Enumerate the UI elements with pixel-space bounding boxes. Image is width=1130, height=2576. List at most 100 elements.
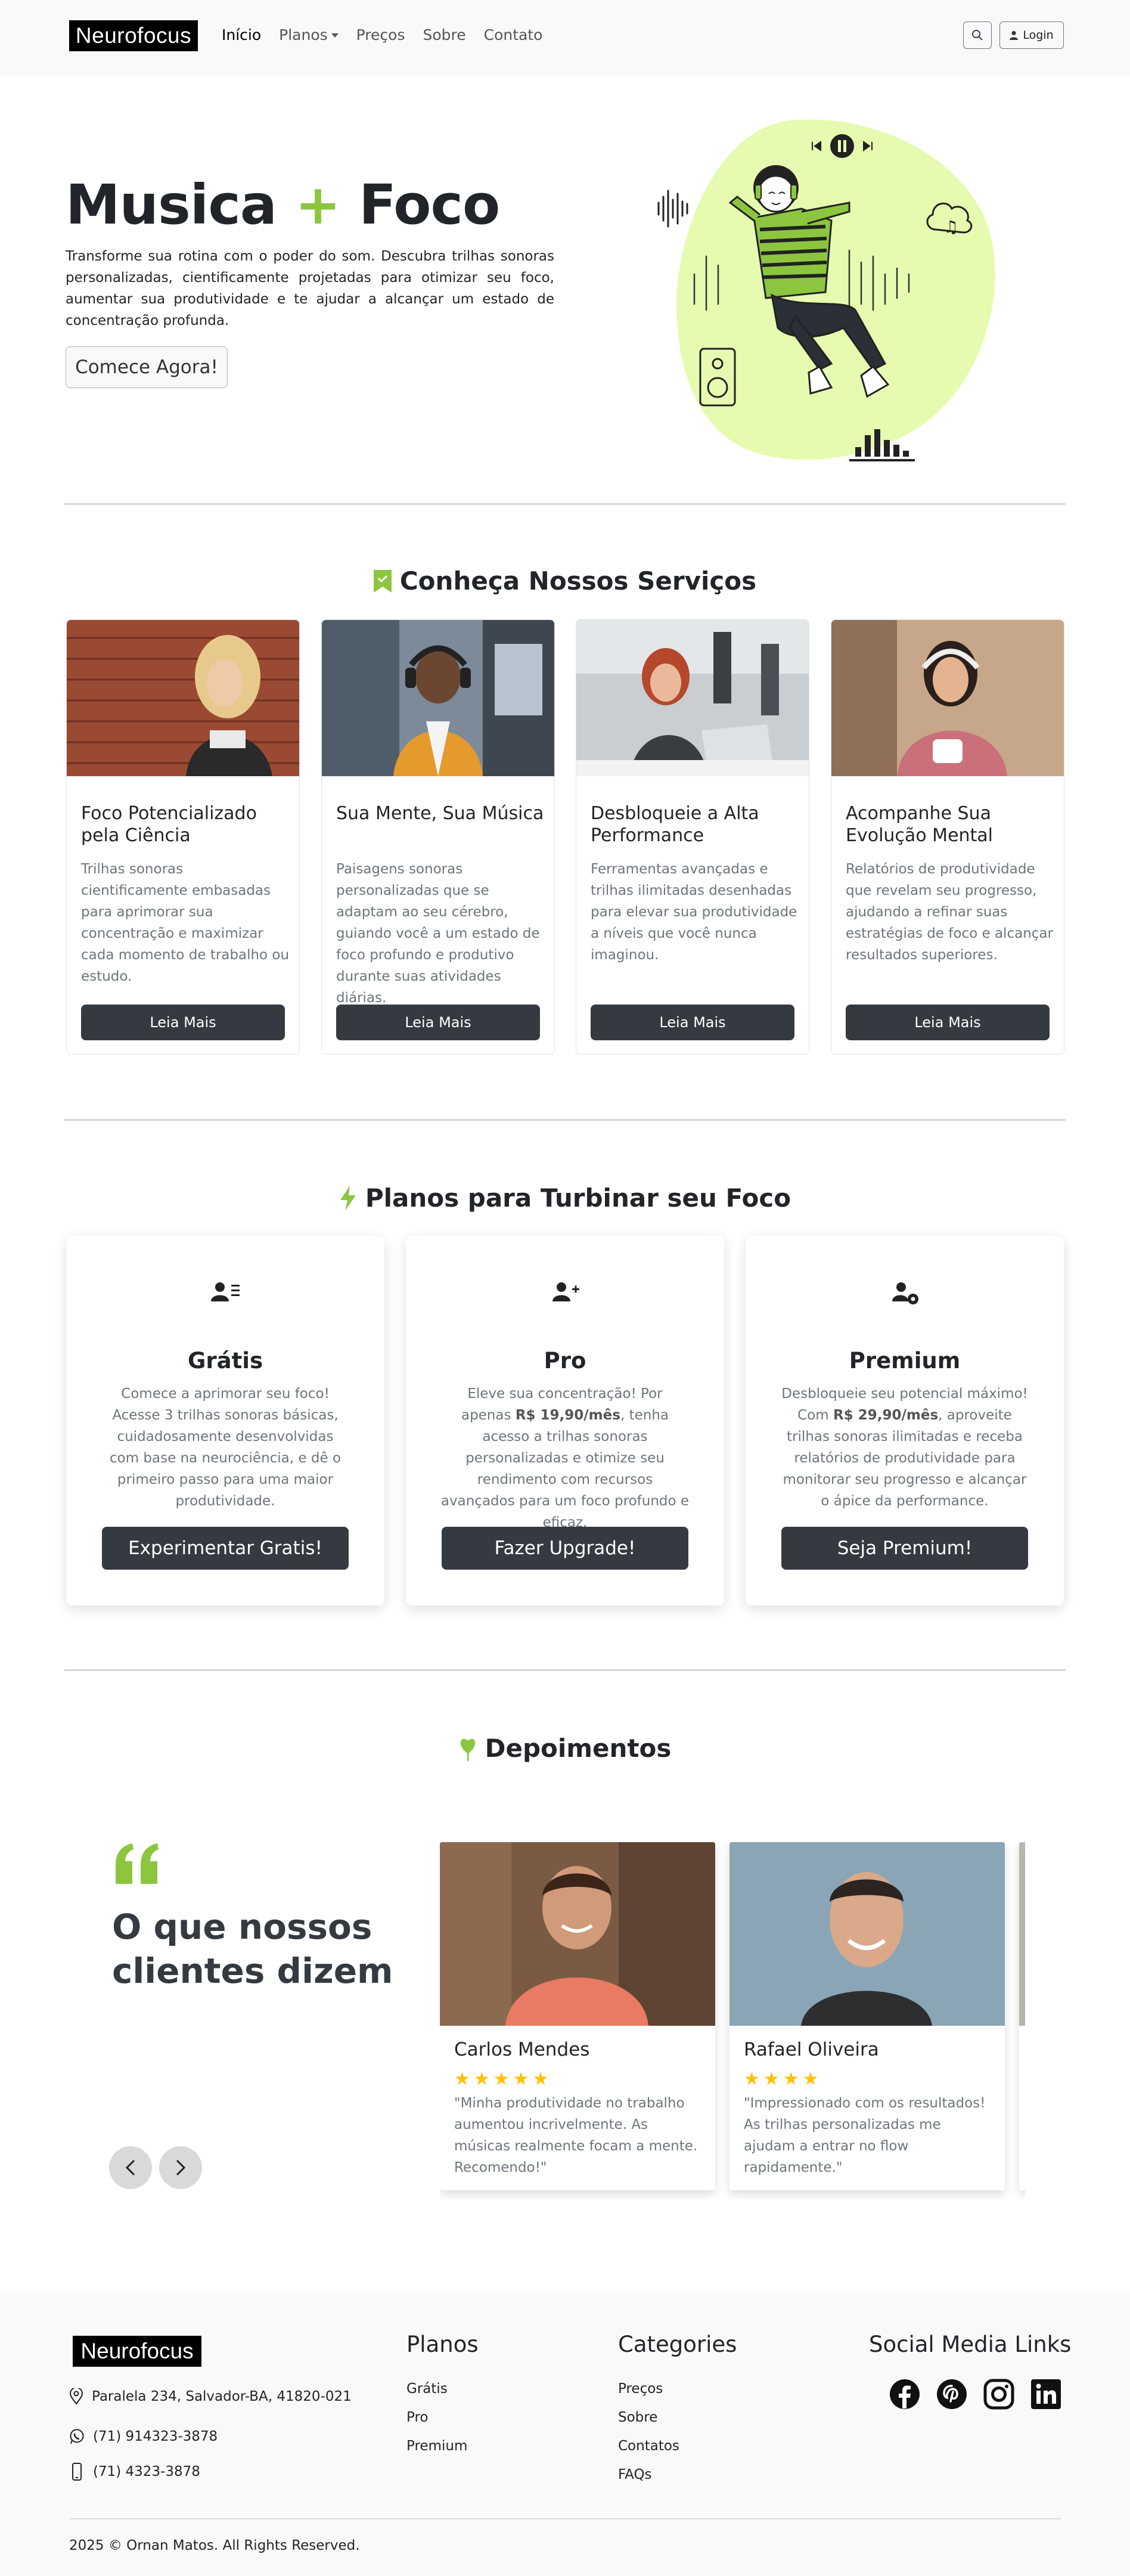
heart-pin-icon (460, 1738, 475, 1761)
service-image-man-headphones-street (322, 620, 554, 776)
plans-heading-text: Planos para Turbinar seu Foco (365, 1183, 791, 1213)
search-icon (972, 30, 983, 41)
service-text: Ferramentas avançadas e trilhas ilimitad… (591, 861, 797, 963)
lightning-icon (340, 1185, 356, 1211)
user-icon (1010, 31, 1019, 40)
hero-title-part2: Foco (359, 173, 500, 237)
plan-description: Desbloqueie seu potencial máximo! Com R$… (780, 1383, 1029, 1512)
service-card: Acompanhe Sua Evolução Mental Relatórios… (831, 619, 1064, 1055)
nav-dropdown-planos[interactable]: Planos (279, 26, 339, 44)
testimonial-text: "Minha produtividade no trabalho aumento… (454, 2095, 698, 2175)
footer-link-sobre[interactable]: Sobre (618, 2410, 657, 2425)
testimonial-photo-rafael (729, 1842, 1005, 2026)
brand-logo[interactable]: Neurofocus (69, 20, 198, 51)
footer-link-faqs[interactable]: FAQs (618, 2467, 652, 2482)
bookmark-icon (373, 569, 392, 593)
service-image-woman-brick-wall (67, 620, 299, 776)
hero-description: Transforme sua rotina com o poder do som… (66, 249, 554, 328)
pinterest-icon[interactable] (936, 2379, 967, 2410)
service-title: Acompanhe Sua Evolução Mental (846, 803, 994, 846)
try-free-button[interactable]: Experimentar Gratis! (102, 1527, 349, 1570)
whatsapp-icon (70, 2429, 84, 2444)
nav-link-contato[interactable]: Contato (484, 26, 543, 44)
testimonials-subheading: O que nossos clientes dizem (112, 1907, 393, 1991)
login-label: Login (1023, 29, 1054, 42)
footer-link-premium[interactable]: Premium (406, 2438, 467, 2454)
instagram-icon[interactable] (983, 2379, 1014, 2410)
footer-link-pro[interactable]: Pro (406, 2410, 429, 2425)
service-card: Desbloqueie a Alta Performance Ferrament… (576, 619, 809, 1055)
read-more-button[interactable]: Leia Mais (336, 1005, 540, 1040)
testimonial-card-partial (1019, 1842, 1025, 2190)
footer-social-title: Social Media Links (869, 2332, 1072, 2357)
footer-whatsapp: (71) 914323-3878 (69, 2429, 218, 2444)
carousel-next-button[interactable] (159, 2146, 202, 2189)
footer-plans-title: Planos (406, 2332, 479, 2357)
phone-text: (71) 4323-3878 (93, 2464, 200, 2479)
testimonial-name: Rafael Oliveira (744, 2039, 879, 2060)
services-heading: Conheça Nossos Serviços (0, 566, 1130, 596)
footer-link-gratis[interactable]: Grátis (406, 2381, 448, 2397)
linkedin-icon[interactable] (1030, 2379, 1061, 2410)
footer-brand-logo[interactable]: Neurofocus (73, 2336, 201, 2367)
service-card: Foco Potencializado pela Ciência Trilhas… (66, 619, 300, 1055)
quote-icon (116, 1843, 159, 1884)
services-heading-text: Conheça Nossos Serviços (399, 566, 757, 596)
chevron-right-icon (176, 2159, 186, 2176)
plan-name: Grátis (188, 1348, 263, 1374)
plan-card-premium: Premium Desbloqueie seu potencial máximo… (746, 1236, 1064, 1605)
service-text: Relatórios de produtividade que revelam … (846, 861, 1053, 963)
plan-desc-text: Comece a aprimorar seu foco! Acesse 3 tr… (110, 1386, 341, 1509)
section-divider (64, 1669, 1066, 1671)
footer-link-contatos[interactable]: Contatos (618, 2438, 679, 2454)
service-card: Sua Mente, Sua Música Paisagens sonoras … (321, 619, 555, 1055)
star-rating: ★★★★★ (454, 2069, 552, 2090)
search-button[interactable] (963, 21, 992, 49)
user-list-icon (211, 1282, 240, 1301)
plan-description: Eleve sua concentração! Por apenas R$ 19… (440, 1383, 690, 1533)
plan-card-pro: Pro Eleve sua concentração! Por apenas R… (406, 1236, 724, 1605)
service-image-woman-headphones-cup (831, 620, 1064, 776)
testimonials-heading: Depoimentos (0, 1734, 1130, 1763)
read-more-button[interactable]: Leia Mais (846, 1005, 1050, 1040)
plan-price: R$ 29,90/mês (833, 1408, 939, 1423)
service-title: Desbloqueie a Alta Performance (591, 803, 759, 846)
nav-link-inicio[interactable]: Início (222, 26, 261, 44)
footer-phone: (71) 4323-3878 (69, 2463, 200, 2481)
testimonial-card: Carlos Mendes ★★★★★ "Minha produtividade… (440, 1842, 715, 2190)
map-pin-icon (69, 2388, 83, 2405)
hero-title-plus: + (295, 173, 341, 237)
testimonial-photo-partial (1019, 1842, 1025, 2026)
copyright: 2025 © Ornan Matos. All Rights Reserved. (69, 2538, 360, 2553)
testimonial-card: Rafael Oliveira ★★★★ "Impressionado com … (729, 1842, 1005, 2190)
star-rating: ★★★★ (744, 2069, 822, 2090)
plan-card-free: Grátis Comece a aprimorar seu foco! Aces… (66, 1236, 384, 1605)
user-plus-icon (552, 1282, 579, 1301)
service-image-woman-laptop-office (576, 620, 809, 776)
hero-cta-button[interactable]: Comece Agora! (66, 346, 228, 388)
service-title: Sua Mente, Sua Música (336, 803, 544, 824)
facebook-icon[interactable] (889, 2379, 920, 2410)
upgrade-button[interactable]: Fazer Upgrade! (442, 1527, 688, 1570)
service-text: Trilhas sonoras cientificamente embasada… (81, 861, 290, 984)
section-divider (64, 503, 1066, 505)
whatsapp-text: (71) 914323-3878 (93, 2429, 218, 2444)
nav-link-sobre[interactable]: Sobre (423, 26, 465, 44)
nav-link-precos[interactable]: Preços (356, 26, 405, 44)
read-more-button[interactable]: Leia Mais (591, 1005, 794, 1040)
hero-illustration: ♫ (657, 119, 995, 461)
plan-price: R$ 19,90/mês (515, 1408, 620, 1423)
footer-address: Paralela 234, Salvador-BA, 41820-021 (69, 2388, 352, 2405)
testimonial-name: Carlos Mendes (454, 2039, 590, 2060)
nav-links: Início Planos Preços Sobre Contato (222, 26, 542, 44)
read-more-button[interactable]: Leia Mais (81, 1005, 285, 1040)
plan-name: Pro (544, 1348, 586, 1374)
nav-link-planos-label: Planos (279, 26, 328, 44)
footer-divider (69, 2518, 1061, 2519)
go-premium-button[interactable]: Seja Premium! (781, 1527, 1028, 1570)
plan-desc-text: , tenha acesso a trilhas sonoras persona… (440, 1408, 690, 1530)
footer-categories-title: Categories (618, 2332, 737, 2357)
login-button[interactable]: Login (999, 21, 1064, 49)
carousel-prev-button[interactable] (109, 2146, 152, 2189)
footer-link-precos[interactable]: Preços (618, 2381, 663, 2397)
